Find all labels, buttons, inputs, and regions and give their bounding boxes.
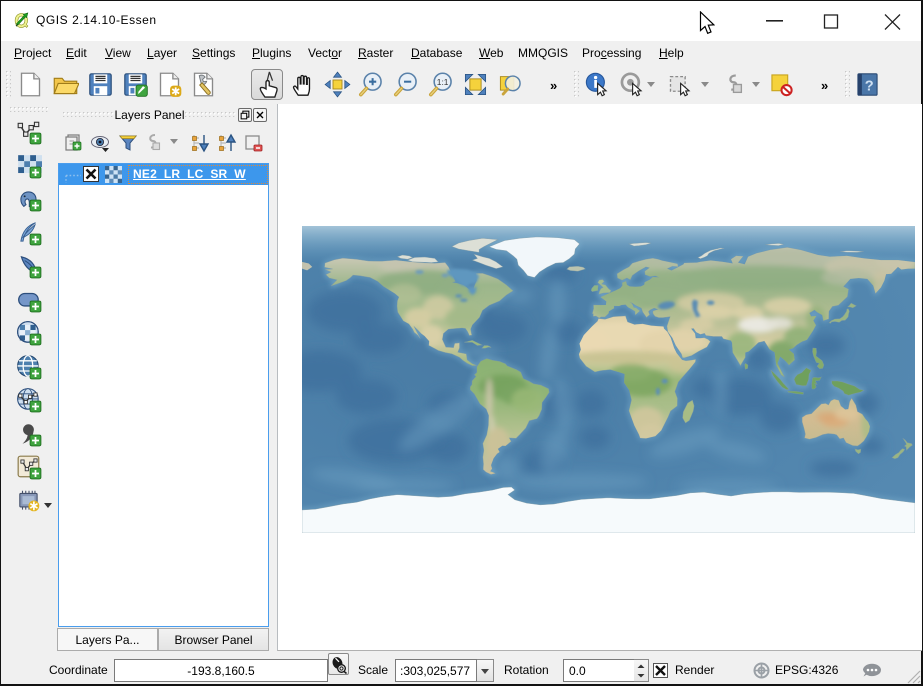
svg-text:?: ? — [865, 79, 874, 95]
svg-text:1:1: 1:1 — [437, 77, 449, 87]
